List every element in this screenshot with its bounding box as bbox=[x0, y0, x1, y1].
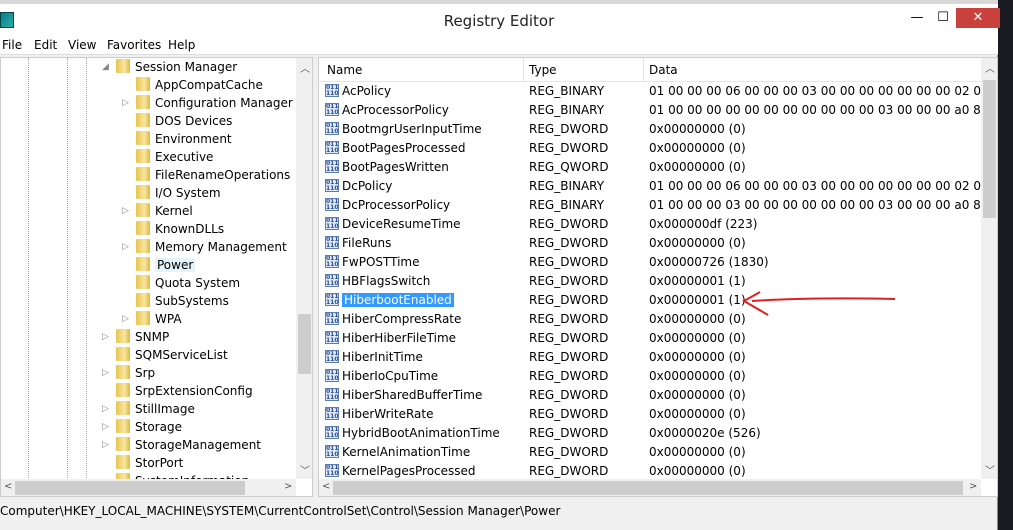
red-arrow-annotation bbox=[741, 291, 896, 316]
registry-editor-window: Registry Editor — ☐ ✕ File Edit View Fav… bbox=[0, 0, 1000, 530]
